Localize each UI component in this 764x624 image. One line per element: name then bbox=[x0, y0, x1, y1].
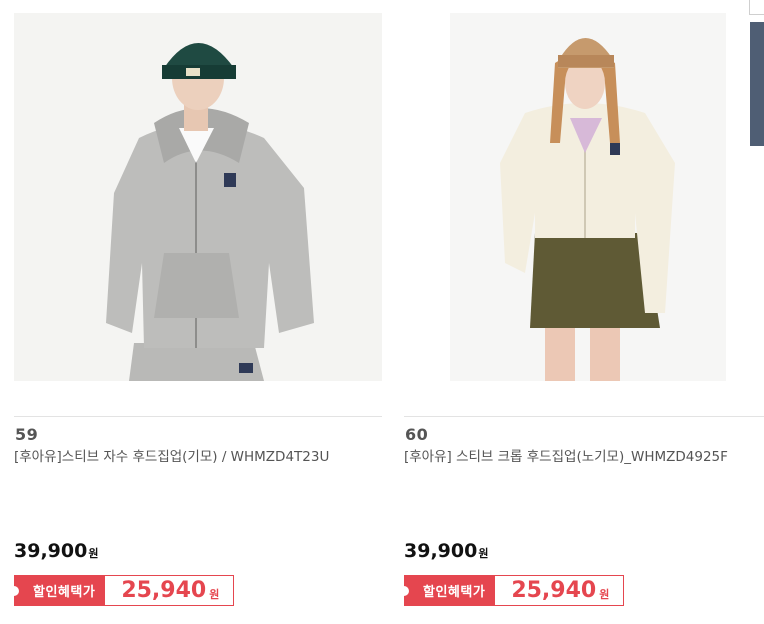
product-image[interactable] bbox=[14, 13, 382, 381]
price-value: 39,900 bbox=[14, 540, 88, 562]
product-price: 39,900원 bbox=[14, 540, 98, 562]
discount-benefit-badge: 할인혜택가 25,940 원 bbox=[8, 575, 235, 606]
product-image[interactable] bbox=[450, 13, 726, 381]
price-currency: 원 bbox=[478, 547, 489, 560]
benefit-price-value: 25,940 bbox=[121, 578, 207, 603]
benefit-label: 할인혜택가 bbox=[8, 575, 106, 606]
side-floating-panel[interactable] bbox=[750, 22, 764, 146]
product-name[interactable]: [후아유]스티브 자수 후드집업(기모) / WHMZD4T23U bbox=[14, 447, 370, 468]
benefit-price-currency: 원 bbox=[599, 587, 610, 601]
discount-benefit-badge: 할인혜택가 25,940 원 bbox=[398, 575, 625, 606]
benefit-price-value: 25,940 bbox=[511, 578, 597, 603]
product-rank: 59 bbox=[15, 425, 39, 444]
product-photo-gray-hoodie bbox=[14, 13, 382, 381]
product-name[interactable]: [후아유] 스티브 크롭 후드집업(노기모)_WHMZD4925F bbox=[404, 447, 760, 468]
price-value: 39,900 bbox=[404, 540, 478, 562]
card-divider bbox=[14, 416, 382, 417]
product-price: 39,900원 bbox=[404, 540, 488, 562]
product-rank: 60 bbox=[405, 425, 429, 444]
benefit-price: 25,940 원 bbox=[495, 575, 625, 606]
price-currency: 원 bbox=[88, 547, 99, 560]
card-divider bbox=[404, 416, 764, 417]
benefit-price: 25,940 원 bbox=[105, 575, 235, 606]
benefit-label: 할인혜택가 bbox=[398, 575, 496, 606]
side-widget-box[interactable] bbox=[749, 0, 764, 15]
product-photo-ivory-hoodie bbox=[450, 13, 726, 381]
benefit-price-currency: 원 bbox=[209, 587, 220, 601]
